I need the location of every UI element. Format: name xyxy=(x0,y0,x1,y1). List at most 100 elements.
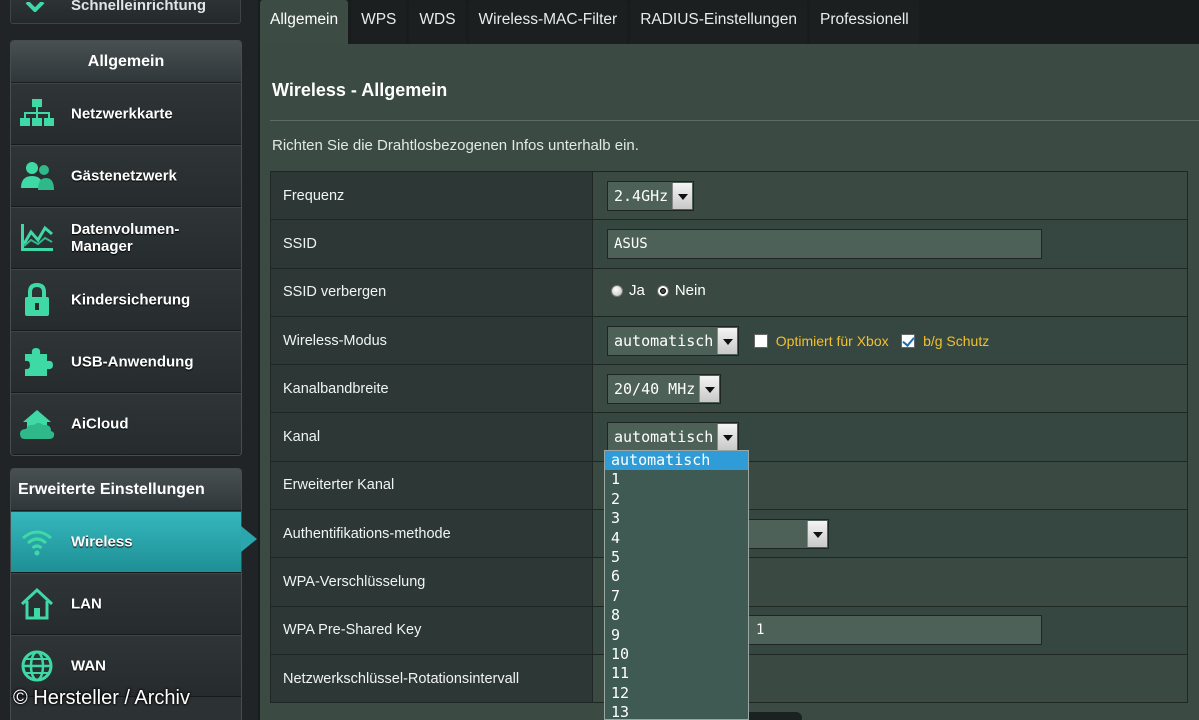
chevron-down-icon[interactable] xyxy=(717,327,738,354)
select-value: 20/40 MHz xyxy=(614,379,696,398)
sidebar: Schnelleinrichtung Allgemein Netzwerkkar… xyxy=(0,0,258,720)
radio-label-no: Nein xyxy=(674,282,706,300)
sidebar-item-label: LAN xyxy=(71,595,102,613)
form-row-bandwidth: Kanalbandbreite 20/40 MHz xyxy=(270,364,1188,414)
sidebar-item-traffic-manager[interactable]: Datenvolumen-Manager xyxy=(11,207,241,269)
globe-icon xyxy=(19,648,55,684)
dropdown-option[interactable]: automatisch xyxy=(605,451,748,471)
field-label: Kanal xyxy=(270,412,593,462)
copyright-watermark: © Hersteller / Archiv xyxy=(13,687,191,709)
lock-icon xyxy=(19,282,55,318)
hide-ssid-no-radio[interactable] xyxy=(656,284,669,297)
form-row-wireless-mode: Wireless-Modus automatisch Optimiert für… xyxy=(270,315,1188,366)
sidebar-item-network-map[interactable]: Netzwerkkarte xyxy=(11,83,241,145)
sidebar-item-label: WAN xyxy=(71,657,106,675)
bg-protection-checkbox[interactable] xyxy=(901,333,916,348)
wifi-icon xyxy=(19,524,55,560)
sidebar-item-label: AiCloud xyxy=(71,415,129,433)
field-label: SSID verbergen xyxy=(270,267,593,317)
field-label: WPA Pre-Shared Key xyxy=(270,605,593,655)
select-value: automatisch xyxy=(614,331,714,350)
chevron-down-icon[interactable] xyxy=(717,424,738,451)
tab-wps[interactable]: WPS xyxy=(351,0,407,44)
sidebar-item-label: Wireless xyxy=(71,533,133,551)
select-value: automatisch xyxy=(614,428,714,447)
hide-ssid-yes-radio[interactable] xyxy=(611,284,623,297)
chevron-down-icon[interactable] xyxy=(672,182,693,209)
sidebar-section-header: Allgemein xyxy=(11,41,241,83)
tab-mac-filter[interactable]: Wireless-MAC-Filter xyxy=(468,0,628,44)
dropdown-option[interactable]: 8 xyxy=(605,606,748,625)
sidebar-item-label: USB-Anwendung xyxy=(71,353,194,371)
radio-label-yes: Ja xyxy=(629,282,645,300)
tab-wds[interactable]: WDS xyxy=(409,0,466,44)
field-label: SSID xyxy=(270,219,593,269)
tab-bar: Allgemein WPS WDS Wireless-MAC-Filter RA… xyxy=(260,0,922,44)
sidebar-item-quick-setup[interactable]: Schnelleinrichtung xyxy=(10,0,241,24)
field-label: Netzwerkschlüssel-Rotationsintervall xyxy=(270,653,593,704)
title-divider xyxy=(270,120,1199,121)
sidebar-section-advanced: Erweiterte Einstellungen Wireless LAN WA… xyxy=(10,468,242,720)
sidebar-item-usb-application[interactable]: USB-Anwendung xyxy=(11,331,241,393)
wireless-mode-select[interactable]: automatisch xyxy=(607,325,740,356)
page-title: Wireless - Allgemein xyxy=(272,80,448,100)
bandwidth-select[interactable]: 20/40 MHz xyxy=(607,373,722,404)
frequency-select[interactable]: 2.4GHz xyxy=(607,180,695,211)
channel-select[interactable]: automatisch xyxy=(607,422,740,453)
chevron-down-icon[interactable] xyxy=(807,520,827,547)
tab-general[interactable]: Allgemein xyxy=(260,0,349,44)
dropdown-option[interactable]: 1 xyxy=(605,470,748,489)
network-map-icon xyxy=(19,96,55,132)
sidebar-section-general: Allgemein Netzwerkkarte Gästenetzwerk Da… xyxy=(10,40,242,456)
sidebar-item-aicloud[interactable]: AiCloud xyxy=(11,393,241,455)
chevron-down-icon[interactable] xyxy=(699,375,720,402)
sidebar-item-wireless[interactable]: Wireless xyxy=(11,511,241,573)
dropdown-option[interactable]: 7 xyxy=(605,587,748,606)
dropdown-option[interactable]: 2 xyxy=(605,490,748,509)
sidebar-item-label: Datenvolumen-Manager xyxy=(71,221,180,255)
cloud-home-icon xyxy=(19,406,55,442)
dropdown-option[interactable]: 9 xyxy=(605,626,748,645)
sidebar-item-guest-network[interactable]: Gästenetzwerk xyxy=(11,145,241,207)
sidebar-item-label: Schnelleinrichtung xyxy=(71,0,207,14)
dropdown-option[interactable]: 5 xyxy=(605,548,748,567)
dropdown-option[interactable]: 4 xyxy=(605,529,748,548)
dropdown-option[interactable]: 13 xyxy=(605,703,748,719)
field-label: Wireless-Modus xyxy=(270,315,593,366)
page-description: Richten Sie die Drahtlosbezogenen Infos … xyxy=(272,137,639,154)
tab-professional[interactable]: Professionell xyxy=(809,0,919,44)
dropdown-option[interactable]: 3 xyxy=(605,509,748,528)
tab-radius[interactable]: RADIUS-Einstellungen xyxy=(630,0,807,44)
traffic-manager-icon xyxy=(19,220,55,256)
sidebar-item-label: Kindersicherung xyxy=(71,291,191,309)
field-label: Frequenz xyxy=(270,170,593,221)
field-label: WPA-Verschlüsselung xyxy=(270,557,593,607)
channel-dropdown-list: automatisch 1 2 3 4 5 6 7 8 9 10 11 12 1… xyxy=(604,450,749,720)
sidebar-item-lan[interactable]: LAN xyxy=(11,573,241,635)
dropdown-option[interactable]: 10 xyxy=(605,645,748,664)
form-row-ssid: SSID ASUS xyxy=(270,219,1188,269)
dropdown-option[interactable]: 6 xyxy=(605,567,748,586)
apply-button[interactable] xyxy=(740,712,802,720)
checkbox-label: Optimiert für Xbox xyxy=(775,332,889,349)
select-value: 2.4GHz xyxy=(614,186,669,205)
quick-setup-icon xyxy=(25,0,45,17)
puzzle-icon xyxy=(19,344,55,380)
dropdown-option[interactable]: 12 xyxy=(605,684,748,703)
field-label: Erweiterter Kanal xyxy=(270,460,593,511)
active-item-pointer xyxy=(241,526,257,552)
sidebar-section-header: Erweiterte Einstellungen xyxy=(11,469,241,511)
dropdown-option[interactable]: 11 xyxy=(605,664,748,683)
field-label: Authentifikations-methode xyxy=(270,509,593,559)
xbox-optimize-checkbox[interactable] xyxy=(753,333,768,348)
form-row-frequency: Frequenz 2.4GHz xyxy=(270,170,1188,221)
sidebar-item-label: Gästenetzwerk xyxy=(71,167,177,185)
home-icon xyxy=(19,586,55,622)
sidebar-item-parental-control[interactable]: Kindersicherung xyxy=(11,269,241,331)
guest-network-icon xyxy=(19,158,55,194)
form-row-hide-ssid: SSID verbergen Ja Nein xyxy=(270,267,1188,317)
checkbox-label: b/g Schutz xyxy=(923,332,990,349)
ssid-input[interactable]: ASUS xyxy=(607,228,1042,259)
sidebar-item-label: Netzwerkkarte xyxy=(71,105,173,123)
field-label: Kanalbandbreite xyxy=(270,364,593,414)
